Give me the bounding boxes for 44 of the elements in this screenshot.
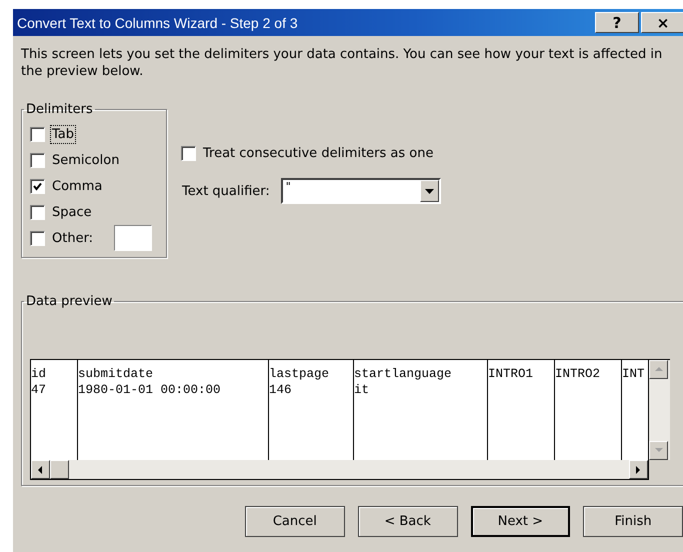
checkbox[interactable] [30, 230, 45, 246]
table-cell-text: 47 [31, 382, 48, 398]
scroll-thumb[interactable] [50, 460, 69, 479]
checkbox-label[interactable]: Comma [51, 178, 104, 194]
dialog-button[interactable]: Finish [583, 506, 683, 537]
scroll-up-icon[interactable] [649, 360, 668, 379]
group-label: Delimiters [25, 102, 94, 117]
checkbox-label[interactable]: Treat consecutive delimiters as one [202, 144, 434, 162]
table-cell-text: it [354, 382, 370, 398]
group-label: Data preview [25, 294, 114, 309]
dialog-button[interactable]: Next > [470, 506, 570, 537]
close-button[interactable]: × [641, 12, 683, 33]
table-cell-text: submitdate [78, 366, 154, 382]
checkbox[interactable] [30, 152, 45, 168]
table-cell-text: 1980-01-01 00:00:00 [78, 382, 222, 398]
checkbox-label[interactable]: Semicolon [51, 152, 120, 168]
scroll-left-icon[interactable] [31, 460, 50, 479]
window-title: Convert Text to Columns Wizard - Step 2 of 3 [17, 14, 298, 30]
help-button[interactable]: ? [595, 12, 639, 33]
dialog-button[interactable]: Cancel [245, 506, 345, 537]
table-cell-text: startlanguage [354, 366, 453, 382]
table-cell-text: INTRO1 [488, 366, 534, 382]
checkbox-label[interactable]: Other: [51, 230, 94, 246]
other-delimiter-field[interactable] [114, 225, 152, 251]
table-cell-text: 146 [269, 382, 293, 398]
text-qualifier-dropdown[interactable]: " [280, 178, 441, 204]
checkbox-label[interactable]: Space [51, 204, 93, 220]
vertical-scrollbar[interactable] [649, 359, 670, 460]
horizontal-scrollbar[interactable] [30, 460, 649, 480]
checkbox[interactable] [30, 204, 45, 220]
instructions-text: This screen lets you set the delimiters your data contains. You can see how your text is affected in the preview below. [21, 46, 664, 80]
table-cell-text: INTRO2 [555, 366, 602, 382]
checkbox[interactable] [30, 126, 45, 142]
scroll-down-icon[interactable] [649, 441, 668, 460]
check-icon [33, 182, 42, 190]
checkbox[interactable] [30, 178, 45, 194]
table-cell-text: INT [622, 366, 646, 382]
table-cell-text: lastpage [269, 366, 330, 382]
scroll-right-icon[interactable] [629, 460, 648, 479]
checkbox[interactable] [181, 146, 196, 160]
table-cell-text: id [31, 366, 48, 382]
dialog-button[interactable]: < Back [358, 506, 458, 537]
field-label: Text qualifier: [181, 182, 271, 200]
checkbox-label[interactable]: Tab [51, 126, 76, 142]
